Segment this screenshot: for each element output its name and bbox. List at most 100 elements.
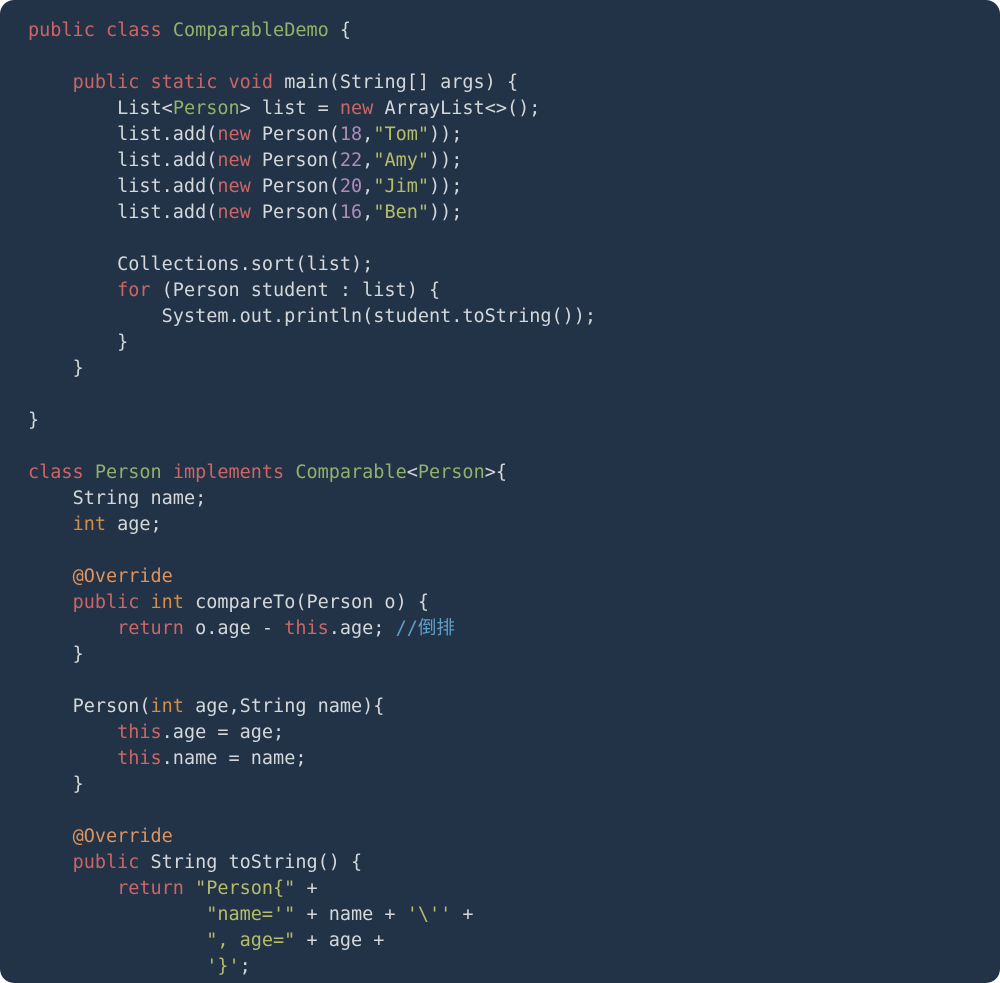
code-token: @Override xyxy=(73,826,173,847)
code-token: return xyxy=(117,618,184,639)
code-token: , xyxy=(362,202,373,223)
code-token: 20 xyxy=(340,176,362,197)
code-token xyxy=(84,462,95,483)
code-token: )); xyxy=(429,150,462,171)
code-token: '}' xyxy=(206,956,239,977)
code-token: "Tom" xyxy=(373,124,429,145)
code-token: )); xyxy=(429,176,462,197)
code-token xyxy=(162,20,173,41)
code-token: , xyxy=(362,150,373,171)
code-token: .name = name; xyxy=(162,748,307,769)
code-token: int xyxy=(151,592,184,613)
code-token: class xyxy=(28,462,84,483)
code-token: < xyxy=(407,462,418,483)
code-token: String name; xyxy=(73,488,207,509)
code-token: implements xyxy=(173,462,284,483)
code-token: Person xyxy=(95,462,162,483)
code-token: age; xyxy=(106,514,162,535)
code-token: Person( xyxy=(251,150,340,171)
code-token: "Amy" xyxy=(373,150,429,171)
code-token: + name + xyxy=(295,904,406,925)
code-token: , xyxy=(362,124,373,145)
code-token: int xyxy=(73,514,106,535)
code-token xyxy=(162,462,173,483)
code-token: o.age - xyxy=(184,618,284,639)
code-token xyxy=(284,462,295,483)
code-token: age,String name){ xyxy=(184,696,384,717)
code-token: new xyxy=(217,150,250,171)
code-token: .age; xyxy=(329,618,396,639)
code-token: new xyxy=(217,176,250,197)
code-token: //倒排 xyxy=(396,618,455,639)
code-token xyxy=(139,592,150,613)
code-editor[interactable]: public class ComparableDemo { public sta… xyxy=(0,0,1000,983)
code-token: )); xyxy=(429,124,462,145)
code-token xyxy=(184,878,195,899)
code-token: list.add( xyxy=(117,150,217,171)
code-token: for xyxy=(117,280,150,301)
code-token: ArrayList<>(); xyxy=(373,98,540,119)
code-token xyxy=(139,72,150,93)
code-token xyxy=(217,72,228,93)
code-token: new xyxy=(217,202,250,223)
code-token: public xyxy=(28,20,95,41)
code-token: } xyxy=(73,358,84,379)
code-token: Person( xyxy=(73,696,151,717)
code-token: Person( xyxy=(251,124,340,145)
code-token: } xyxy=(73,774,84,795)
code-token: public xyxy=(73,852,140,873)
code-token: Comparable xyxy=(295,462,406,483)
code-token: @Override xyxy=(73,566,173,587)
code-token: main(String[] args) { xyxy=(273,72,518,93)
code-token: } xyxy=(28,410,39,431)
code-token: Person( xyxy=(251,176,340,197)
code-token: class xyxy=(106,20,162,41)
code-token: static xyxy=(151,72,218,93)
code-token: ; xyxy=(240,956,251,977)
code-token: > list = xyxy=(240,98,340,119)
code-token: { xyxy=(329,20,351,41)
code-token: String toString() { xyxy=(139,852,362,873)
code-token: Person( xyxy=(251,202,340,223)
code-token: 18 xyxy=(340,124,362,145)
code-token: list.add( xyxy=(117,176,217,197)
code-token: public xyxy=(73,72,140,93)
code-token: public xyxy=(73,592,140,613)
code-token: this xyxy=(284,618,329,639)
code-token: ComparableDemo xyxy=(173,20,329,41)
code-token: return xyxy=(117,878,184,899)
code-token: "Person{" xyxy=(195,878,295,899)
code-token: list.add( xyxy=(117,124,217,145)
code-token: System.out.println(student.toString()); xyxy=(162,306,596,327)
code-token: this xyxy=(117,748,162,769)
code-token: 16 xyxy=(340,202,362,223)
code-token: } xyxy=(117,332,128,353)
code-token: "name='" xyxy=(206,904,295,925)
code-token: + xyxy=(451,904,473,925)
code-token: "Jim" xyxy=(373,176,429,197)
code-token: (Person student : list) { xyxy=(151,280,441,301)
code-token: new xyxy=(340,98,373,119)
code-token: compareTo(Person o) { xyxy=(184,592,429,613)
code-token: ", age=" xyxy=(206,930,295,951)
code-token: "Ben" xyxy=(373,202,429,223)
code-token: this xyxy=(117,722,162,743)
code-token: '\'' xyxy=(407,904,452,925)
code-token: + xyxy=(295,878,317,899)
code-token: Collections.sort(list); xyxy=(117,254,373,275)
code-token: Person xyxy=(418,462,485,483)
code-token: + age + xyxy=(295,930,384,951)
code-token: } xyxy=(73,644,84,665)
code-token: >{ xyxy=(485,462,507,483)
code-token: 22 xyxy=(340,150,362,171)
code-token: void xyxy=(229,72,274,93)
code-token: , xyxy=(362,176,373,197)
code-token: .age = age; xyxy=(162,722,285,743)
code-token: List< xyxy=(117,98,173,119)
code-token xyxy=(95,20,106,41)
code-token: int xyxy=(151,696,184,717)
code-token: )); xyxy=(429,202,462,223)
code-content: public class ComparableDemo { public sta… xyxy=(28,20,596,983)
code-token: new xyxy=(217,124,250,145)
code-token: Person xyxy=(173,98,240,119)
